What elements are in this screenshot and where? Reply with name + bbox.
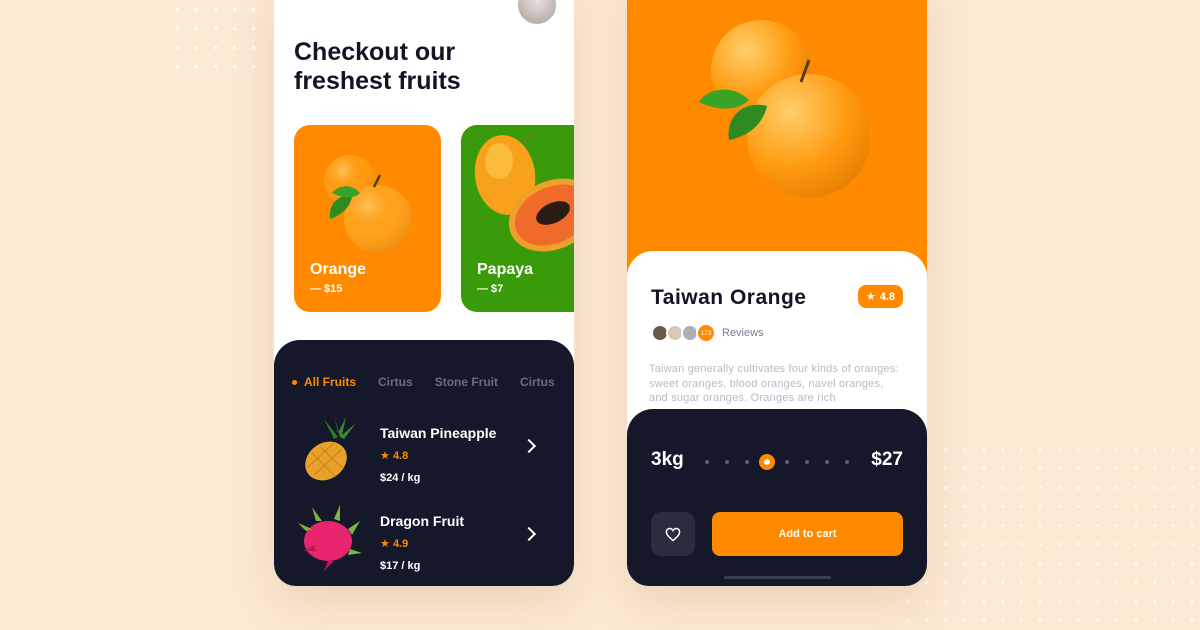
add-to-cart-button[interactable]: Add to cart	[712, 512, 903, 556]
item-name: Dragon Fruit	[380, 513, 464, 529]
slider-step-dot	[745, 460, 749, 464]
browse-screen: Checkout our freshest fruits Orange — $1…	[274, 0, 574, 586]
tab-cirtus-2[interactable]: Cirtus	[520, 375, 555, 389]
item-name: Taiwan Pineapple	[380, 425, 497, 441]
item-rating: ★ 4.9	[380, 537, 408, 550]
tab-stone-fruit[interactable]: Stone Fruit	[435, 375, 498, 389]
page-title: Checkout our freshest fruits	[294, 38, 554, 96]
card-name: Papaya	[477, 261, 534, 278]
orange-hero-image	[699, 20, 869, 198]
fruit-cards: Orange — $15 Papaya — $7	[294, 125, 574, 315]
category-tabs: All Fruits Cirtus Stone Fruit Cirtus	[292, 375, 574, 389]
background-dots	[168, 0, 268, 70]
star-icon: ★	[865, 291, 876, 303]
home-indicator	[724, 576, 831, 579]
quantity-slider[interactable]	[705, 454, 849, 470]
purchase-panel: 3kg $27 Add to cart	[627, 409, 927, 586]
card-name: Orange	[310, 261, 367, 278]
headline-line-2: freshest fruits	[294, 67, 461, 95]
rating-value: 4.8	[879, 290, 895, 303]
list-item[interactable]: Taiwan Pineapple ★ 4.8 $24 / kg	[294, 413, 564, 493]
item-price: $24 / kg	[380, 472, 421, 484]
avatar[interactable]	[516, 0, 558, 26]
rating-value: 4.9	[392, 538, 409, 550]
item-rating: ★ 4.8	[380, 449, 408, 462]
star-icon: ★	[380, 450, 390, 462]
headline-line-1: Checkout our	[294, 38, 456, 66]
pineapple-image	[305, 415, 356, 481]
background-dots	[898, 440, 1198, 630]
quantity-value: 3kg	[651, 449, 684, 470]
heart-icon	[665, 527, 681, 541]
card-price: — $7	[477, 283, 504, 295]
tab-cirtus[interactable]: Cirtus	[378, 375, 413, 389]
card-price: — $15	[310, 283, 343, 295]
chevron-right-icon[interactable]	[521, 438, 537, 454]
fruit-card-papaya[interactable]: Papaya — $7	[461, 125, 574, 312]
slider-step-dot	[825, 460, 829, 464]
list-item[interactable]: Dragon Fruit ★ 4.9 $17 / kg	[294, 501, 564, 581]
product-description: Taiwan generally cultivates four kinds o…	[649, 363, 899, 404]
reviewers[interactable]: 173 Reviews	[651, 323, 764, 343]
slider-step-dot	[785, 460, 789, 464]
papaya-image	[474, 133, 574, 252]
fruit-card-orange[interactable]: Orange — $15	[294, 125, 441, 312]
total-price: $27	[871, 449, 903, 470]
star-icon: ★	[380, 538, 390, 550]
slider-step-dot	[725, 460, 729, 464]
rating-value: 4.8	[392, 450, 409, 462]
favorite-button[interactable]	[651, 512, 695, 556]
rating-badge: ★ 4.8	[857, 285, 903, 308]
product-title: Taiwan Orange	[651, 286, 807, 309]
slider-step-dot	[845, 460, 849, 464]
slider-step-dot	[705, 460, 709, 464]
dragon-fruit-image	[298, 505, 362, 571]
orange-image	[324, 155, 412, 253]
tab-all-fruits[interactable]: All Fruits	[292, 375, 356, 389]
category-panel: All Fruits Cirtus Stone Fruit Cirtus Tai…	[274, 340, 574, 586]
review-count-badge: 173	[696, 323, 716, 343]
chevron-right-icon[interactable]	[521, 526, 537, 542]
item-price: $17 / kg	[380, 560, 421, 572]
slider-step-dot	[805, 460, 809, 464]
slider-knob[interactable]	[759, 454, 775, 470]
detail-screen: Taiwan Orange ★ 4.8 173 Reviews Taiwan g…	[627, 0, 927, 586]
reviews-link[interactable]: Reviews	[722, 327, 764, 339]
